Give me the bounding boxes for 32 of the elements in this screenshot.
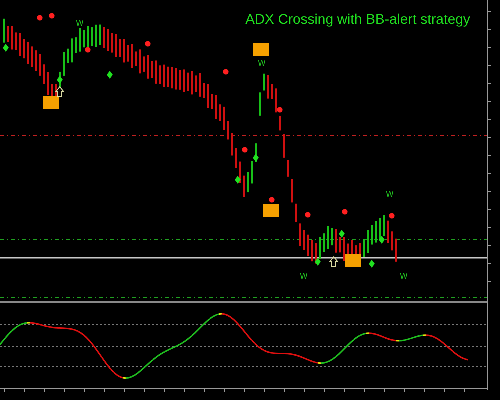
buy-diamond (253, 154, 259, 162)
sell-dot (49, 13, 55, 19)
chart-title: ADX Crossing with BB-alert strategy (246, 11, 470, 27)
sell-dot (269, 197, 275, 203)
buy-diamond (369, 260, 375, 268)
signal-label: W (386, 190, 394, 199)
sell-dot (85, 47, 91, 53)
buy-diamond (379, 236, 385, 244)
buy-diamond (3, 44, 9, 52)
sell-dot (277, 107, 283, 113)
sell-dot (389, 213, 395, 219)
sell-dot (305, 212, 311, 218)
signal-marker (43, 96, 59, 109)
up-arrow-icon (328, 256, 340, 268)
signal-marker (263, 204, 279, 217)
buy-diamond (57, 76, 63, 84)
signal-label: W (400, 272, 408, 281)
signal-label: W (300, 272, 308, 281)
buy-diamond (235, 176, 241, 184)
signal-marker (253, 43, 269, 56)
signal-label: W (258, 59, 266, 68)
sell-dot (223, 69, 229, 75)
buy-diamond (107, 71, 113, 79)
signal-label: W (76, 19, 84, 28)
sell-dot (242, 147, 248, 153)
buy-diamond (339, 230, 345, 238)
signal-marker (345, 254, 361, 267)
sell-dot (342, 209, 348, 215)
buy-diamond (315, 258, 321, 266)
sell-dot (145, 41, 151, 47)
up-arrow-icon (54, 86, 66, 98)
sell-dot (37, 15, 43, 21)
